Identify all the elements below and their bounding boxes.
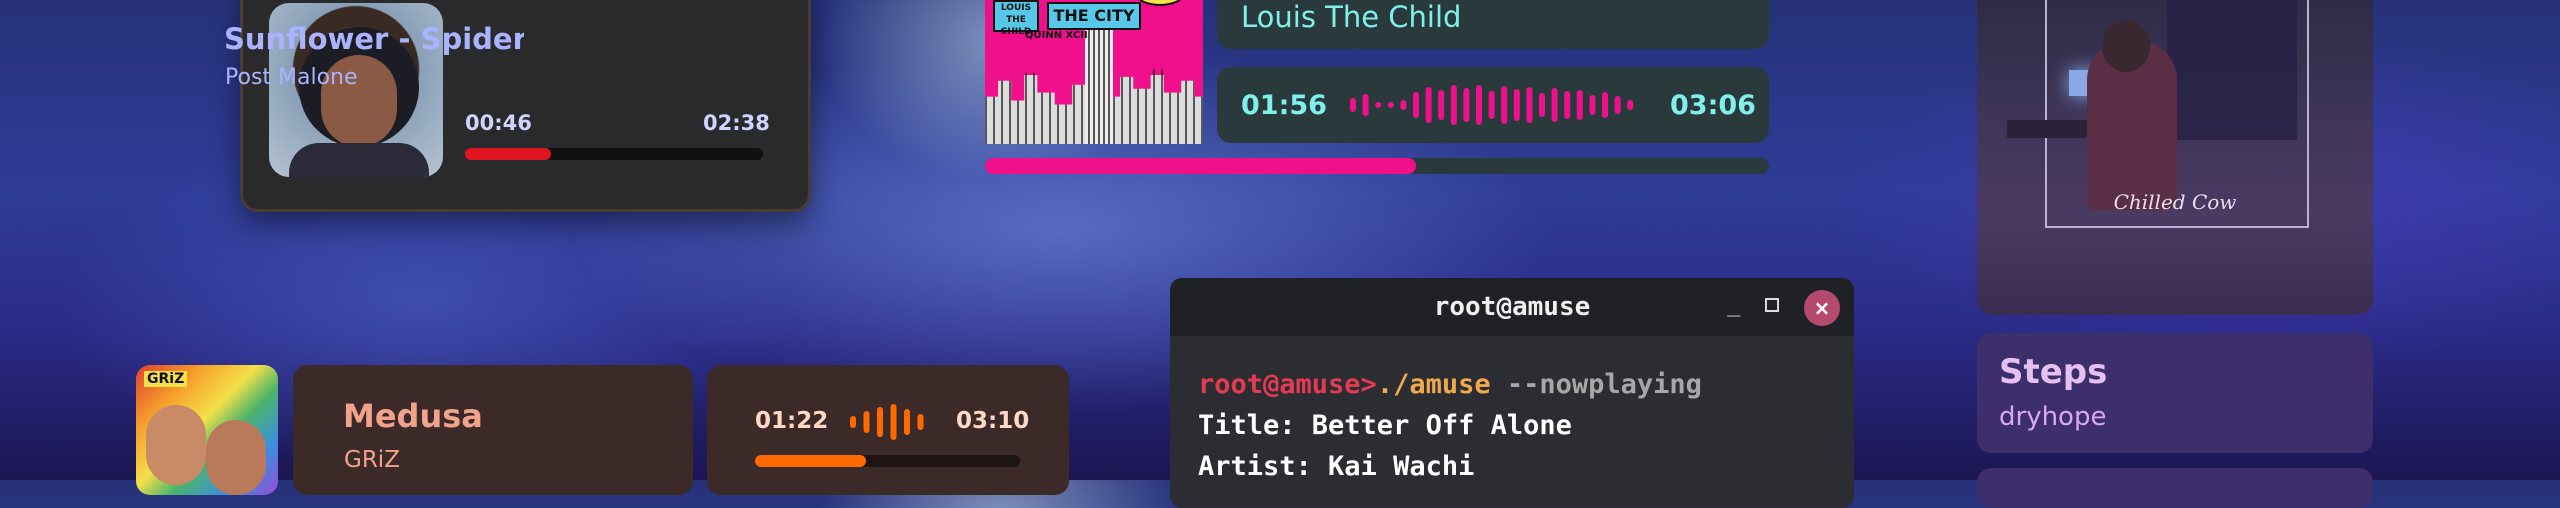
minimize-icon[interactable]: _ — [1727, 292, 1740, 317]
waveform-bar — [1602, 92, 1608, 118]
waveform-bar — [1564, 91, 1571, 119]
art-featured-text: QUINN XCII — [1025, 30, 1088, 41]
waveform-bar — [1589, 95, 1596, 115]
waveform-bar — [1438, 90, 1445, 120]
waveform-visualizer — [1350, 85, 1634, 125]
album-art-medusa: GRiZ — [136, 365, 278, 495]
track-artist: dryhope — [1999, 402, 2107, 432]
waveform-bar — [1425, 87, 1432, 123]
art-brand-text: Chilled Cow — [2113, 190, 2237, 214]
waveform-bar — [1362, 94, 1369, 116]
elapsed-time: 00:46 — [465, 111, 532, 135]
total-duration: 03:06 — [1670, 90, 1756, 121]
progress-fill — [465, 148, 552, 160]
waveform-bar — [1400, 100, 1407, 110]
track-artist: Post Malone — [225, 65, 358, 90]
track-title: Sunflower - Spider-Man — [224, 22, 524, 56]
track-info-panel — [1977, 333, 2373, 453]
total-duration: 02:38 — [703, 111, 770, 135]
waveform-bar — [1627, 100, 1634, 110]
waveform-bar — [890, 404, 897, 440]
waveform-bar — [1576, 90, 1583, 120]
track-artist: GRiZ — [344, 447, 400, 473]
art-city-text: THE CITY — [1047, 2, 1141, 30]
total-duration: 03:10 — [956, 408, 1030, 434]
waveform-bar — [1551, 88, 1558, 122]
album-art-the-city: LOUIS THE CHILD THE CITY QUINN XCII — [985, 0, 1203, 144]
track-title: Steps — [1999, 352, 2108, 392]
terminal-window: root@amuse _ × root@amuse>./amuse --nowp… — [1170, 278, 1854, 508]
terminal-output-title: Title: Better Off Alone — [1198, 410, 1572, 441]
waveform-visualizer — [850, 404, 924, 440]
maximize-icon[interactable] — [1765, 298, 1779, 312]
art-logo-text: GRiZ — [144, 371, 188, 387]
track-title: Medusa — [343, 397, 483, 435]
terminal-argument: --nowplaying — [1490, 369, 1702, 400]
waveform-bar — [1413, 92, 1419, 118]
album-art-lofi: Chilled Cow — [1977, 0, 2373, 315]
progress-bar[interactable] — [465, 148, 763, 160]
terminal-prompt: root@amuse> — [1198, 369, 1377, 400]
terminal-command-line: root@amuse>./amuse --nowplaying — [1198, 369, 1702, 400]
progress-fill — [755, 455, 867, 467]
waveform-bar — [1513, 89, 1520, 121]
progress-bar[interactable] — [755, 455, 1020, 467]
elapsed-time: 01:56 — [1241, 90, 1327, 121]
waveform-bar — [1387, 102, 1394, 108]
waveform-bar — [1375, 102, 1382, 108]
waveform-bar — [1350, 98, 1356, 112]
close-icon[interactable]: × — [1804, 290, 1840, 326]
waveform-bar — [1450, 85, 1457, 125]
waveform-bar — [917, 414, 924, 430]
next-panel — [1977, 468, 2373, 508]
waveform-bar — [1488, 91, 1495, 119]
progress-bar[interactable] — [985, 158, 1769, 174]
waveform-bar — [1476, 85, 1482, 125]
terminal-title: root@amuse — [1433, 292, 1591, 322]
track-artist: Louis The Child — [1241, 0, 1462, 34]
art-logo-text: LOUIS THE CHILD — [993, 0, 1039, 37]
waveform-bar — [850, 416, 856, 428]
terminal-command: ./amuse — [1376, 369, 1491, 400]
waveform-bar — [904, 409, 910, 435]
terminal-output-artist: Artist: Kai Wachi — [1198, 451, 1475, 482]
waveform-bar — [1539, 93, 1545, 117]
waveform-bar — [1463, 88, 1470, 122]
waveform-bar — [863, 411, 870, 433]
waveform-bar — [1501, 86, 1508, 124]
elapsed-time: 01:22 — [755, 408, 829, 434]
waveform-bar — [1614, 96, 1621, 114]
waveform-bar — [1526, 87, 1533, 123]
progress-fill — [985, 158, 1417, 174]
waveform-bar — [877, 407, 883, 437]
